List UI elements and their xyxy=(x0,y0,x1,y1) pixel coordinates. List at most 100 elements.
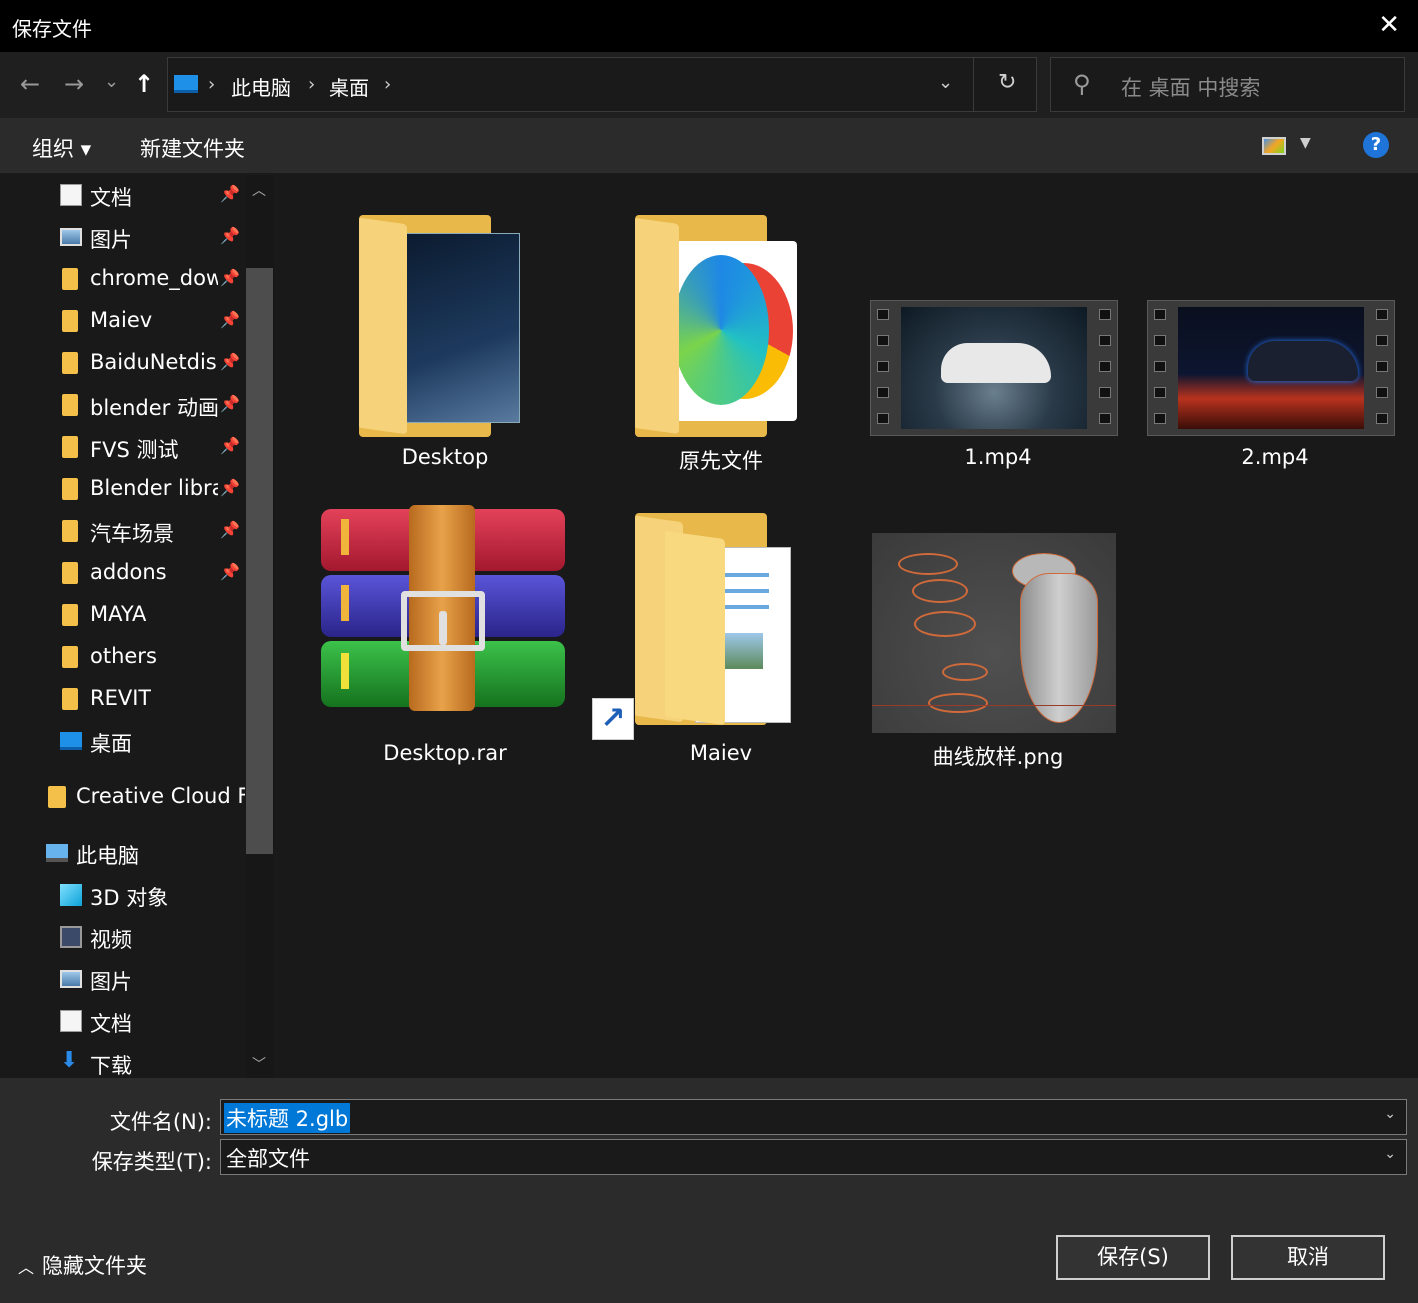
file-item[interactable]: 1.mp4 xyxy=(870,215,1118,475)
address-bar[interactable]: › 此电脑 › 桌面 › ⌄ ↻ xyxy=(167,57,1037,112)
sidebar-item-3d-objects[interactable]: 3D 对象 xyxy=(0,875,245,917)
sidebar-item-revit[interactable]: REVIT xyxy=(0,679,245,721)
file-item[interactable]: 2.mp4 xyxy=(1147,215,1395,475)
breadcrumb-this-pc[interactable]: 此电脑 xyxy=(231,72,291,101)
new-folder-button[interactable]: 新建文件夹 xyxy=(140,133,245,163)
file-item[interactable]: ↗ Maiev xyxy=(592,505,841,775)
breadcrumb-chevron-icon[interactable]: › xyxy=(308,74,315,95)
scroll-down-icon[interactable]: ﹀ xyxy=(252,1054,266,1074)
sidebar-item-documents[interactable]: 文档 📌 xyxy=(0,175,245,217)
sidebar-item-car-scene[interactable]: 汽车场景 📌 xyxy=(0,511,245,553)
window-title: 保存文件 xyxy=(12,17,92,41)
search-icon: ⚲ xyxy=(1073,70,1091,98)
sidebar-item-creative-cloud[interactable]: Creative Cloud Fi xyxy=(0,777,245,819)
filename-input[interactable]: 未标题 2.glb xyxy=(224,1103,351,1133)
sidebar-item-baidunetdisk[interactable]: BaiduNetdisl 📌 xyxy=(0,343,245,385)
sidebar-item-downloads[interactable]: ⬇ 下载 xyxy=(0,1043,245,1078)
breadcrumb-desktop[interactable]: 桌面 xyxy=(329,72,369,101)
sidebar-item-label: BaiduNetdisl xyxy=(90,350,218,374)
organize-menu[interactable]: 组织 ▾ xyxy=(32,133,91,163)
sidebar-item-pictures-pc[interactable]: 图片 xyxy=(0,959,245,1001)
sidebar-item-videos[interactable]: 视频 xyxy=(0,917,245,959)
sidebar-item-blender-library[interactable]: Blender libra 📌 xyxy=(0,469,245,511)
pin-icon[interactable]: 📌 xyxy=(220,352,240,371)
folder-icon xyxy=(62,268,78,290)
sidebar-item-label: 此电脑 xyxy=(76,844,139,868)
file-name: Maiev xyxy=(689,741,753,765)
view-options-dropdown-icon[interactable]: ▼ xyxy=(1300,135,1311,151)
sidebar-item-documents-pc[interactable]: 文档 xyxy=(0,1001,245,1043)
pin-icon[interactable]: 📌 xyxy=(220,310,240,329)
sidebar-item-blender-animation[interactable]: blender 动画 📌 xyxy=(0,385,245,427)
breadcrumb-chevron-icon[interactable]: › xyxy=(384,74,391,95)
filename-combobox[interactable]: 未标题 2.glb ⌄ xyxy=(220,1099,1407,1135)
sidebar-item-label: Creative Cloud Fi xyxy=(76,784,245,808)
folder-icon xyxy=(62,646,78,668)
pin-icon[interactable]: 📌 xyxy=(220,226,240,245)
sidebar-item-maya[interactable]: MAYA xyxy=(0,595,245,637)
sidebar-scrollbar-thumb[interactable] xyxy=(246,268,273,854)
pin-icon[interactable]: 📌 xyxy=(220,520,240,539)
pin-icon[interactable]: 📌 xyxy=(220,478,240,497)
pin-icon[interactable]: 📌 xyxy=(220,184,240,203)
sidebar-item-maiev[interactable]: Maiev 📌 xyxy=(0,301,245,343)
file-item[interactable]: Desktop xyxy=(325,215,565,475)
file-name: Desktop xyxy=(401,445,489,469)
navigation-pane: 文档 📌 图片 📌 chrome_dow 📌 Maiev 📌 BaiduNetd… xyxy=(0,175,276,1078)
creative-cloud-folder-icon xyxy=(48,786,66,808)
pin-icon[interactable]: 📌 xyxy=(220,268,240,287)
forward-arrow-icon[interactable]: → xyxy=(64,70,84,98)
search-box[interactable]: ⚲ 在 桌面 中搜索 xyxy=(1050,57,1405,112)
document-icon xyxy=(60,1010,82,1032)
refresh-icon[interactable]: ↻ xyxy=(998,70,1016,95)
address-dropdown-icon[interactable]: ⌄ xyxy=(938,72,953,93)
sidebar-item-label: 3D 对象 xyxy=(90,886,169,910)
file-name: 1.mp4 xyxy=(964,445,1032,469)
file-name: Desktop.rar xyxy=(383,741,507,765)
file-item[interactable]: 原先文件 xyxy=(601,215,841,475)
sidebar-item-addons[interactable]: addons 📌 xyxy=(0,553,245,595)
desktop-icon xyxy=(60,732,82,750)
sidebar-item-label: addons xyxy=(90,560,167,584)
sidebar-item-label: FVS 测试 xyxy=(90,438,179,462)
filetype-value: 全部文件 xyxy=(226,1147,310,1171)
up-arrow-icon[interactable]: ↑ xyxy=(134,70,154,98)
sidebar-item-desktop[interactable]: 桌面 xyxy=(0,721,245,763)
sidebar-item-chrome-downloads[interactable]: chrome_dow 📌 xyxy=(0,259,245,301)
chevron-down-icon[interactable]: ⌄ xyxy=(1384,1106,1396,1122)
chevron-down-icon[interactable]: ⌄ xyxy=(1384,1146,1396,1162)
sidebar-item-label: 下载 xyxy=(90,1054,132,1078)
navigation-bar: ← → ⌄ ↑ › 此电脑 › 桌面 › ⌄ ↻ ⚲ 在 桌面 中搜索 xyxy=(0,52,1418,118)
change-view-icon[interactable] xyxy=(1262,137,1286,155)
hide-folders-toggle[interactable]: ︿ 隐藏文件夹 xyxy=(18,1250,147,1280)
sidebar-item-others[interactable]: others xyxy=(0,637,245,679)
sidebar-item-label: REVIT xyxy=(90,686,152,710)
filetype-select[interactable]: 全部文件 ⌄ xyxy=(220,1139,1407,1175)
save-button[interactable]: 保存(S) xyxy=(1056,1235,1210,1280)
pin-icon[interactable]: 📌 xyxy=(220,394,240,413)
pin-icon[interactable]: 📌 xyxy=(220,562,240,581)
sidebar-item-label: 桌面 xyxy=(90,732,132,756)
sidebar-item-label: 视频 xyxy=(90,928,132,952)
file-item[interactable]: Desktop.rar xyxy=(321,505,565,775)
sidebar-item-fvs-test[interactable]: FVS 测试 📌 xyxy=(0,427,245,469)
pin-icon[interactable]: 📌 xyxy=(220,436,240,455)
3d-objects-icon xyxy=(60,884,82,906)
search-placeholder[interactable]: 在 桌面 中搜索 xyxy=(1121,72,1260,102)
scroll-up-icon[interactable]: ︿ xyxy=(252,180,266,200)
sidebar-item-label: 文档 xyxy=(90,186,132,210)
help-icon[interactable]: ? xyxy=(1363,132,1389,158)
file-list-area: Desktop 原先文件 1.mp4 2.mp4 Desktop.rar ↗ M… xyxy=(277,175,1418,1078)
title-bar: 保存文件 ✕ xyxy=(0,0,1418,52)
sidebar-item-label: MAYA xyxy=(90,602,147,626)
back-arrow-icon[interactable]: ← xyxy=(20,70,40,98)
cancel-button[interactable]: 取消 xyxy=(1231,1235,1385,1280)
breadcrumb-chevron-icon[interactable]: › xyxy=(208,74,215,95)
sidebar-item-this-pc[interactable]: 此电脑 xyxy=(0,833,245,875)
recent-locations-chevron-icon[interactable]: ⌄ xyxy=(104,68,119,96)
file-name: 曲线放样.png xyxy=(932,745,1064,769)
folder-icon xyxy=(62,562,78,584)
file-item[interactable]: 曲线放样.png xyxy=(872,505,1118,775)
sidebar-item-pictures[interactable]: 图片 📌 xyxy=(0,217,245,259)
close-icon[interactable]: ✕ xyxy=(1378,12,1400,38)
